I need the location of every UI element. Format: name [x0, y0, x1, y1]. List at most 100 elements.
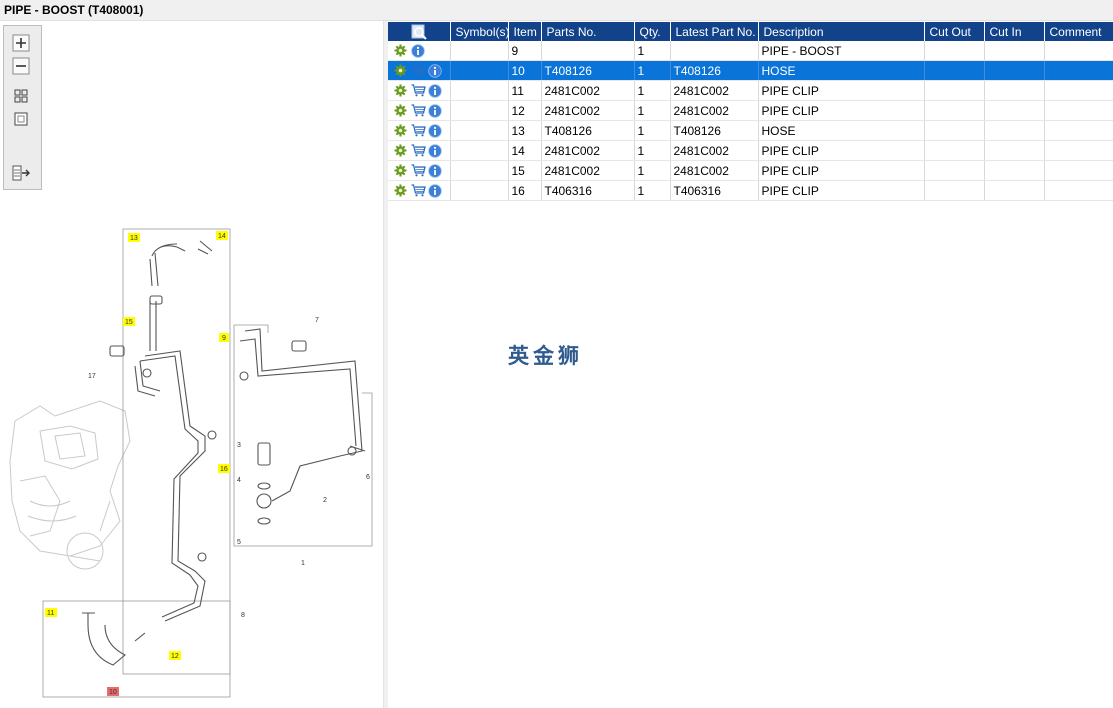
- cell-cut-out: [924, 80, 985, 101]
- cell-comment: [1044, 160, 1113, 181]
- actual-size-button[interactable]: [12, 110, 30, 128]
- cell-comment: [1044, 120, 1113, 141]
- window-title: PIPE - BOOST (T408001): [4, 3, 144, 17]
- cell-latest-part: 2481C002: [670, 140, 759, 161]
- cart-icon[interactable]: [411, 183, 426, 198]
- header-comment[interactable]: Comment: [1044, 22, 1113, 41]
- cell-qty: 1: [634, 140, 671, 161]
- info-icon[interactable]: [428, 163, 442, 178]
- table-row[interactable]: 9 1 PIPE - BOOST: [388, 41, 1113, 61]
- row-icons: [388, 160, 451, 181]
- settings-gear-icon: [394, 184, 407, 196]
- cell-cut-out: [924, 160, 985, 181]
- export-button[interactable]: [12, 164, 30, 182]
- settings-gear-icon[interactable]: [394, 164, 408, 178]
- cart-icon[interactable]: [411, 123, 426, 138]
- header-cut-out[interactable]: Cut Out: [924, 22, 985, 41]
- zoom-out-icon: [12, 57, 30, 75]
- table-row[interactable]: 14 2481C002 1 2481C002 PIPE CLIP: [388, 140, 1113, 161]
- settings-gear-icon: [394, 104, 407, 116]
- header-description[interactable]: Description: [758, 22, 925, 41]
- cell-parts-no: 2481C002: [541, 140, 635, 161]
- info-icon[interactable]: [428, 63, 442, 78]
- header-qty[interactable]: Qty.: [634, 22, 671, 41]
- cell-item: 9: [508, 41, 542, 61]
- header-cut-in[interactable]: Cut In: [984, 22, 1045, 41]
- cart-icon[interactable]: [411, 143, 426, 158]
- settings-gear-icon[interactable]: [394, 144, 408, 158]
- cell-item: 11: [508, 80, 542, 101]
- settings-gear-icon[interactable]: [394, 44, 408, 58]
- settings-gear-icon[interactable]: [394, 184, 408, 198]
- cell-cut-in: [984, 100, 1045, 121]
- info-icon: [428, 123, 442, 138]
- table-row[interactable]: 13 T408126 1 T408126 HOSE: [388, 120, 1113, 141]
- cell-cut-in: [984, 140, 1045, 161]
- cell-cut-out: [924, 60, 985, 81]
- settings-gear-icon[interactable]: [394, 104, 408, 118]
- settings-gear-icon[interactable]: [394, 84, 408, 98]
- export-icon: [12, 165, 30, 181]
- zoom-out-button[interactable]: [12, 57, 30, 75]
- header-latest-part[interactable]: Latest Part No.: [670, 22, 759, 41]
- cell-qty: 1: [634, 80, 671, 101]
- callout-13: 13: [130, 235, 138, 242]
- cell-parts-no: [541, 41, 635, 61]
- callout-14: 14: [218, 233, 226, 240]
- parts-diagram[interactable]: 13 14 15 9 7 17 3 4 5 6 2 1 16 8 11 12 1…: [0, 201, 383, 701]
- table-row[interactable]: 16 T406316 1 T406316 PIPE CLIP: [388, 180, 1113, 201]
- cell-symbols: [450, 80, 509, 101]
- cart-icon[interactable]: [411, 63, 426, 78]
- cell-description: PIPE CLIP: [758, 180, 925, 201]
- settings-gear-icon[interactable]: [394, 124, 408, 138]
- row-icons: [388, 80, 451, 101]
- info-icon[interactable]: [428, 143, 442, 158]
- cart-icon[interactable]: [411, 163, 426, 178]
- cell-description: HOSE: [758, 120, 925, 141]
- info-icon[interactable]: [428, 123, 442, 138]
- info-icon: [428, 103, 442, 118]
- info-icon: [411, 43, 425, 58]
- cell-latest-part: 2481C002: [670, 160, 759, 181]
- zoom-in-button[interactable]: [12, 34, 30, 52]
- settings-gear-icon[interactable]: [394, 64, 408, 78]
- cell-qty: 1: [634, 100, 671, 121]
- fit-all-button[interactable]: [12, 87, 30, 105]
- actual-size-icon: [14, 112, 28, 126]
- diagram-pane[interactable]: 13 14 15 9 7 17 3 4 5 6 2 1 16 8 11 12 1…: [0, 21, 383, 708]
- row-icons: [388, 140, 451, 161]
- info-icon[interactable]: [411, 43, 425, 58]
- table-row[interactable]: 12 2481C002 1 2481C002 PIPE CLIP: [388, 100, 1113, 121]
- cell-cut-out: [924, 100, 985, 121]
- table-row[interactable]: 10 T408126 1 T408126 HOSE: [388, 60, 1113, 81]
- cell-description: PIPE - BOOST: [758, 41, 925, 61]
- header-item[interactable]: Item: [508, 22, 542, 41]
- cart-icon: [411, 183, 426, 196]
- info-icon[interactable]: [428, 103, 442, 118]
- table-row[interactable]: 11 2481C002 1 2481C002 PIPE CLIP: [388, 80, 1113, 101]
- cell-qty: 1: [634, 60, 671, 81]
- cell-symbols: [450, 160, 509, 181]
- settings-gear-icon: [394, 124, 407, 136]
- cell-parts-no: 2481C002: [541, 80, 635, 101]
- cell-symbols: [450, 60, 509, 81]
- zoom-in-icon: [12, 34, 30, 52]
- info-icon[interactable]: [428, 83, 442, 98]
- cart-icon: [411, 163, 426, 176]
- settings-gear-icon: [394, 144, 407, 156]
- info-icon[interactable]: [428, 183, 442, 198]
- header-parts-no[interactable]: Parts No.: [541, 22, 635, 41]
- cell-latest-part: T408126: [670, 120, 759, 141]
- callout-16: 16: [220, 466, 228, 473]
- settings-gear-icon: [394, 44, 407, 56]
- header-symbols[interactable]: Symbol(s): [450, 22, 509, 41]
- table-row[interactable]: 15 2481C002 1 2481C002 PIPE CLIP: [388, 160, 1113, 181]
- settings-gear-icon: [394, 64, 407, 76]
- fit-all-icon: [14, 89, 28, 103]
- settings-gear-icon: [394, 84, 407, 96]
- row-icons: [388, 41, 451, 61]
- cell-description: PIPE CLIP: [758, 100, 925, 121]
- cart-icon[interactable]: [411, 103, 426, 118]
- cart-icon[interactable]: [411, 83, 426, 98]
- header-search[interactable]: [388, 22, 451, 41]
